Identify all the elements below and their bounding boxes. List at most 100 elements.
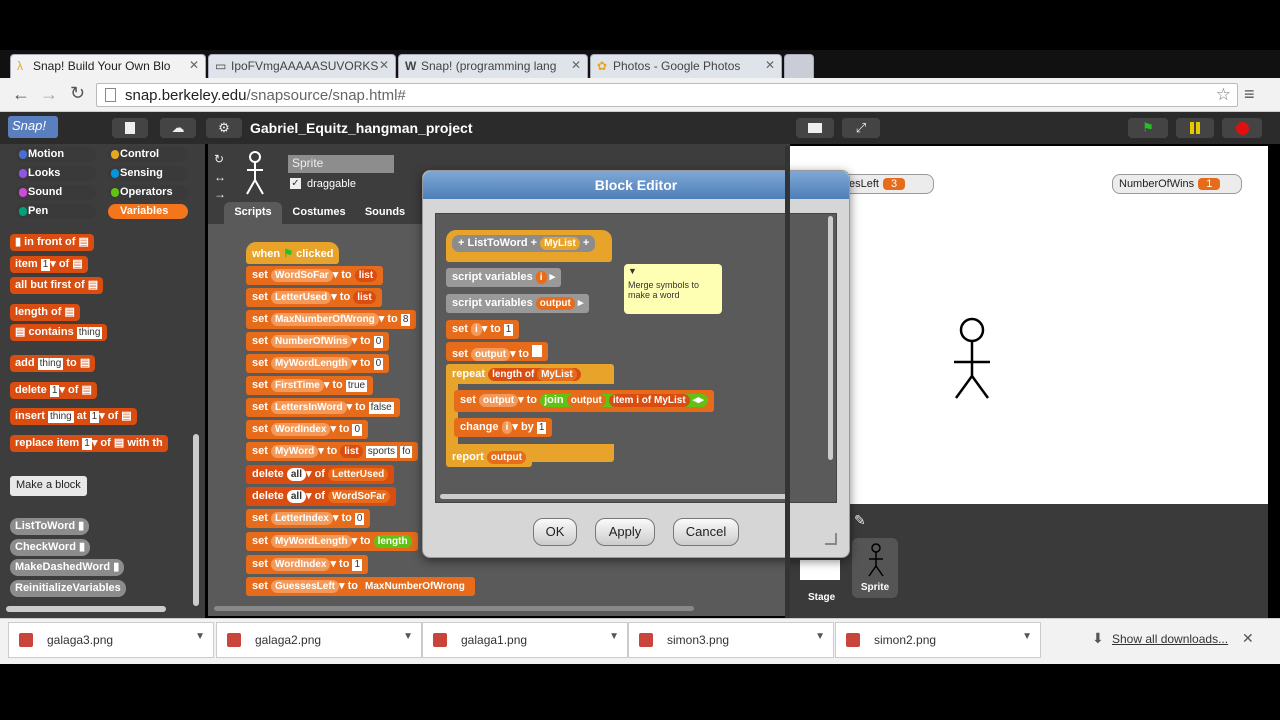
menu-icon[interactable]: ≡: [1244, 84, 1255, 105]
tab-costumes[interactable]: Costumes: [286, 202, 352, 224]
length-of-reporter[interactable]: length of MyList: [488, 368, 581, 381]
category-control[interactable]: Control: [108, 147, 188, 162]
value-slot[interactable]: fo: [400, 446, 413, 458]
value-slot[interactable]: sports: [365, 446, 398, 458]
leftright-style-icon[interactable]: ↔: [214, 170, 226, 184]
script-line-block[interactable]: delete all ▾ of LetterUsed: [246, 465, 395, 484]
category-sound[interactable]: Sound: [16, 185, 96, 200]
paint-new-sprite-icon[interactable]: ✎: [854, 512, 866, 529]
download-item[interactable]: simon2.png ▼: [835, 622, 1041, 658]
var-slot[interactable]: output: [486, 451, 526, 464]
var-slot[interactable]: FirstTime: [270, 379, 324, 392]
sprite-name-field[interactable]: Sprite: [288, 155, 394, 173]
value-slot[interactable]: WordSoFar: [328, 490, 390, 503]
slot-value[interactable]: thing: [37, 358, 64, 370]
close-tab-icon[interactable]: ✕: [379, 58, 389, 72]
script-line-block[interactable]: set WordIndex ▾ to 1: [246, 555, 369, 574]
var-slot[interactable]: output: [478, 394, 519, 407]
custom-block-listtoword[interactable]: ListToWord ▮: [10, 518, 90, 535]
var-slot[interactable]: WordSoFar: [270, 269, 333, 282]
slot-value[interactable]: 1: [40, 259, 51, 271]
stage-thumbnail[interactable]: [800, 560, 840, 580]
browser-tab-photos[interactable]: ✿ Photos - Google Photos ✕: [590, 54, 782, 78]
bookmark-star-icon[interactable]: ☆: [1216, 85, 1231, 105]
category-sensing[interactable]: Sensing: [108, 166, 188, 181]
apply-button[interactable]: Apply: [595, 518, 655, 546]
value-slot[interactable]: list: [340, 445, 363, 458]
contains-block[interactable]: ▤ contains thing: [10, 324, 108, 341]
report-block[interactable]: report output: [446, 448, 532, 467]
browser-tab-wikipedia[interactable]: W Snap! (programming lang ✕: [398, 54, 588, 78]
script-line-block[interactable]: delete all ▾ of WordSoFar: [246, 487, 396, 506]
close-tab-icon[interactable]: ✕: [189, 58, 199, 72]
download-item[interactable]: galaga3.png ▼: [8, 622, 214, 658]
forward-icon[interactable]: →: [40, 84, 58, 105]
chevron-down-icon[interactable]: ▼: [609, 631, 619, 642]
script-line-block[interactable]: set WordSoFar ▾ to list: [246, 266, 384, 285]
back-icon[interactable]: ←: [12, 84, 30, 105]
comment-box[interactable]: ▼ Merge symbols to make a word: [624, 264, 722, 314]
all-but-first-block[interactable]: all but first of ▤: [10, 277, 104, 294]
var-slot[interactable]: GuessesLeft: [270, 580, 339, 593]
var-slot[interactable]: LettersInWord: [270, 401, 347, 414]
presentation-button[interactable]: ⤢: [842, 118, 880, 138]
watcher-numberofwins[interactable]: NumberOfWins 1: [1112, 174, 1242, 194]
collapse-arrow-icon[interactable]: ▼: [628, 266, 637, 276]
when-flag-clicked-hat[interactable]: when ⚑ clicked: [246, 242, 340, 264]
custom-block-makedashedword[interactable]: MakeDashedWord ▮: [10, 559, 125, 576]
var-slot[interactable]: LetterIndex: [270, 512, 333, 525]
download-item[interactable]: galaga2.png ▼: [216, 622, 422, 658]
script-line-block[interactable]: set GuessesLeft ▾ to MaxNumberOfWrong: [246, 577, 475, 596]
value-slot[interactable]: LetterUsed: [328, 468, 389, 481]
slot-value[interactable]: 1: [82, 438, 92, 450]
rotate-style-icon[interactable]: ↻: [214, 152, 224, 166]
var-slot[interactable]: WordIndex: [270, 558, 331, 571]
script-line-block[interactable]: set LettersInWord ▾ to false: [246, 398, 400, 417]
var-slot[interactable]: MyWordLength: [270, 357, 352, 370]
resize-handle-icon[interactable]: [825, 533, 837, 545]
sprite-stick-figure[interactable]: [952, 316, 992, 402]
var-slot[interactable]: i: [636, 395, 639, 406]
in-front-of-block[interactable]: ▮ in front of ▤: [10, 234, 94, 251]
change-i-block[interactable]: change i ▾ by 1: [454, 418, 553, 437]
category-motion[interactable]: Motion: [16, 147, 96, 162]
browser-tab-snap[interactable]: λ Snap! Build Your Own Blo ✕: [10, 54, 206, 78]
make-a-block-button[interactable]: Make a block: [10, 476, 87, 496]
chevron-down-icon[interactable]: ▼: [403, 631, 413, 642]
script-line-block[interactable]: set MyWordLength ▾ to length: [246, 532, 418, 551]
script-line-block[interactable]: set FirstTime ▾ to true: [246, 376, 374, 395]
value-slot[interactable]: 1: [503, 324, 514, 336]
length-of-block[interactable]: length of ▤: [10, 304, 80, 321]
address-bar[interactable]: snap.berkeley.edu/snapsource/snap.html# …: [96, 83, 1238, 107]
script-line-block[interactable]: set NumberOfWins ▾ to 0: [246, 332, 390, 351]
var-slot[interactable]: output: [470, 348, 511, 361]
close-tab-icon[interactable]: ✕: [571, 58, 581, 72]
chevron-down-icon[interactable]: ▼: [815, 631, 825, 642]
stage[interactable]: esLeft 3 NumberOfWins 1: [788, 146, 1268, 504]
value-slot[interactable]: 0: [352, 424, 363, 436]
custom-block-reinitializevariables[interactable]: ReinitializeVariables: [10, 580, 126, 597]
sprite-icon[interactable]: Sprite: [852, 538, 898, 598]
script-variables-i[interactable]: script variables i ▸: [446, 268, 562, 287]
var-slot[interactable]: MyWordLength: [270, 535, 352, 548]
close-downloads-icon[interactable]: ✕: [1242, 630, 1254, 647]
set-output-block[interactable]: set output ▾ to: [446, 342, 549, 361]
block-editor-scripts[interactable]: + ListToWord + MyList + script variables…: [435, 213, 837, 503]
value-slot[interactable]: list: [353, 291, 376, 304]
green-flag-button[interactable]: ⚑: [1128, 118, 1168, 138]
script-line-block[interactable]: set MyWord ▾ to list sports fo: [246, 442, 419, 461]
var-slot[interactable]: NumberOfWins: [270, 335, 352, 348]
insert-block[interactable]: insert thing at 1 ▾ of ▤: [10, 408, 137, 425]
value-slot[interactable]: false: [368, 402, 394, 414]
slot-value[interactable]: thing: [76, 327, 103, 339]
var-slot[interactable]: MaxNumberOfWrong: [270, 313, 379, 326]
value-slot[interactable]: true: [345, 380, 368, 392]
set-i-block[interactable]: set i ▾ to 1: [446, 320, 520, 339]
cloud-button[interactable]: ☁: [160, 118, 196, 138]
add-block[interactable]: add thing to ▤: [10, 355, 96, 372]
script-line-block[interactable]: set WordIndex ▾ to 0: [246, 420, 369, 439]
settings-button[interactable]: ⚙: [206, 118, 242, 138]
download-item[interactable]: simon3.png ▼: [628, 622, 834, 658]
replace-item-block[interactable]: replace item 1 ▾ of ▤ with th: [10, 435, 168, 452]
var-slot[interactable]: output: [566, 394, 606, 407]
